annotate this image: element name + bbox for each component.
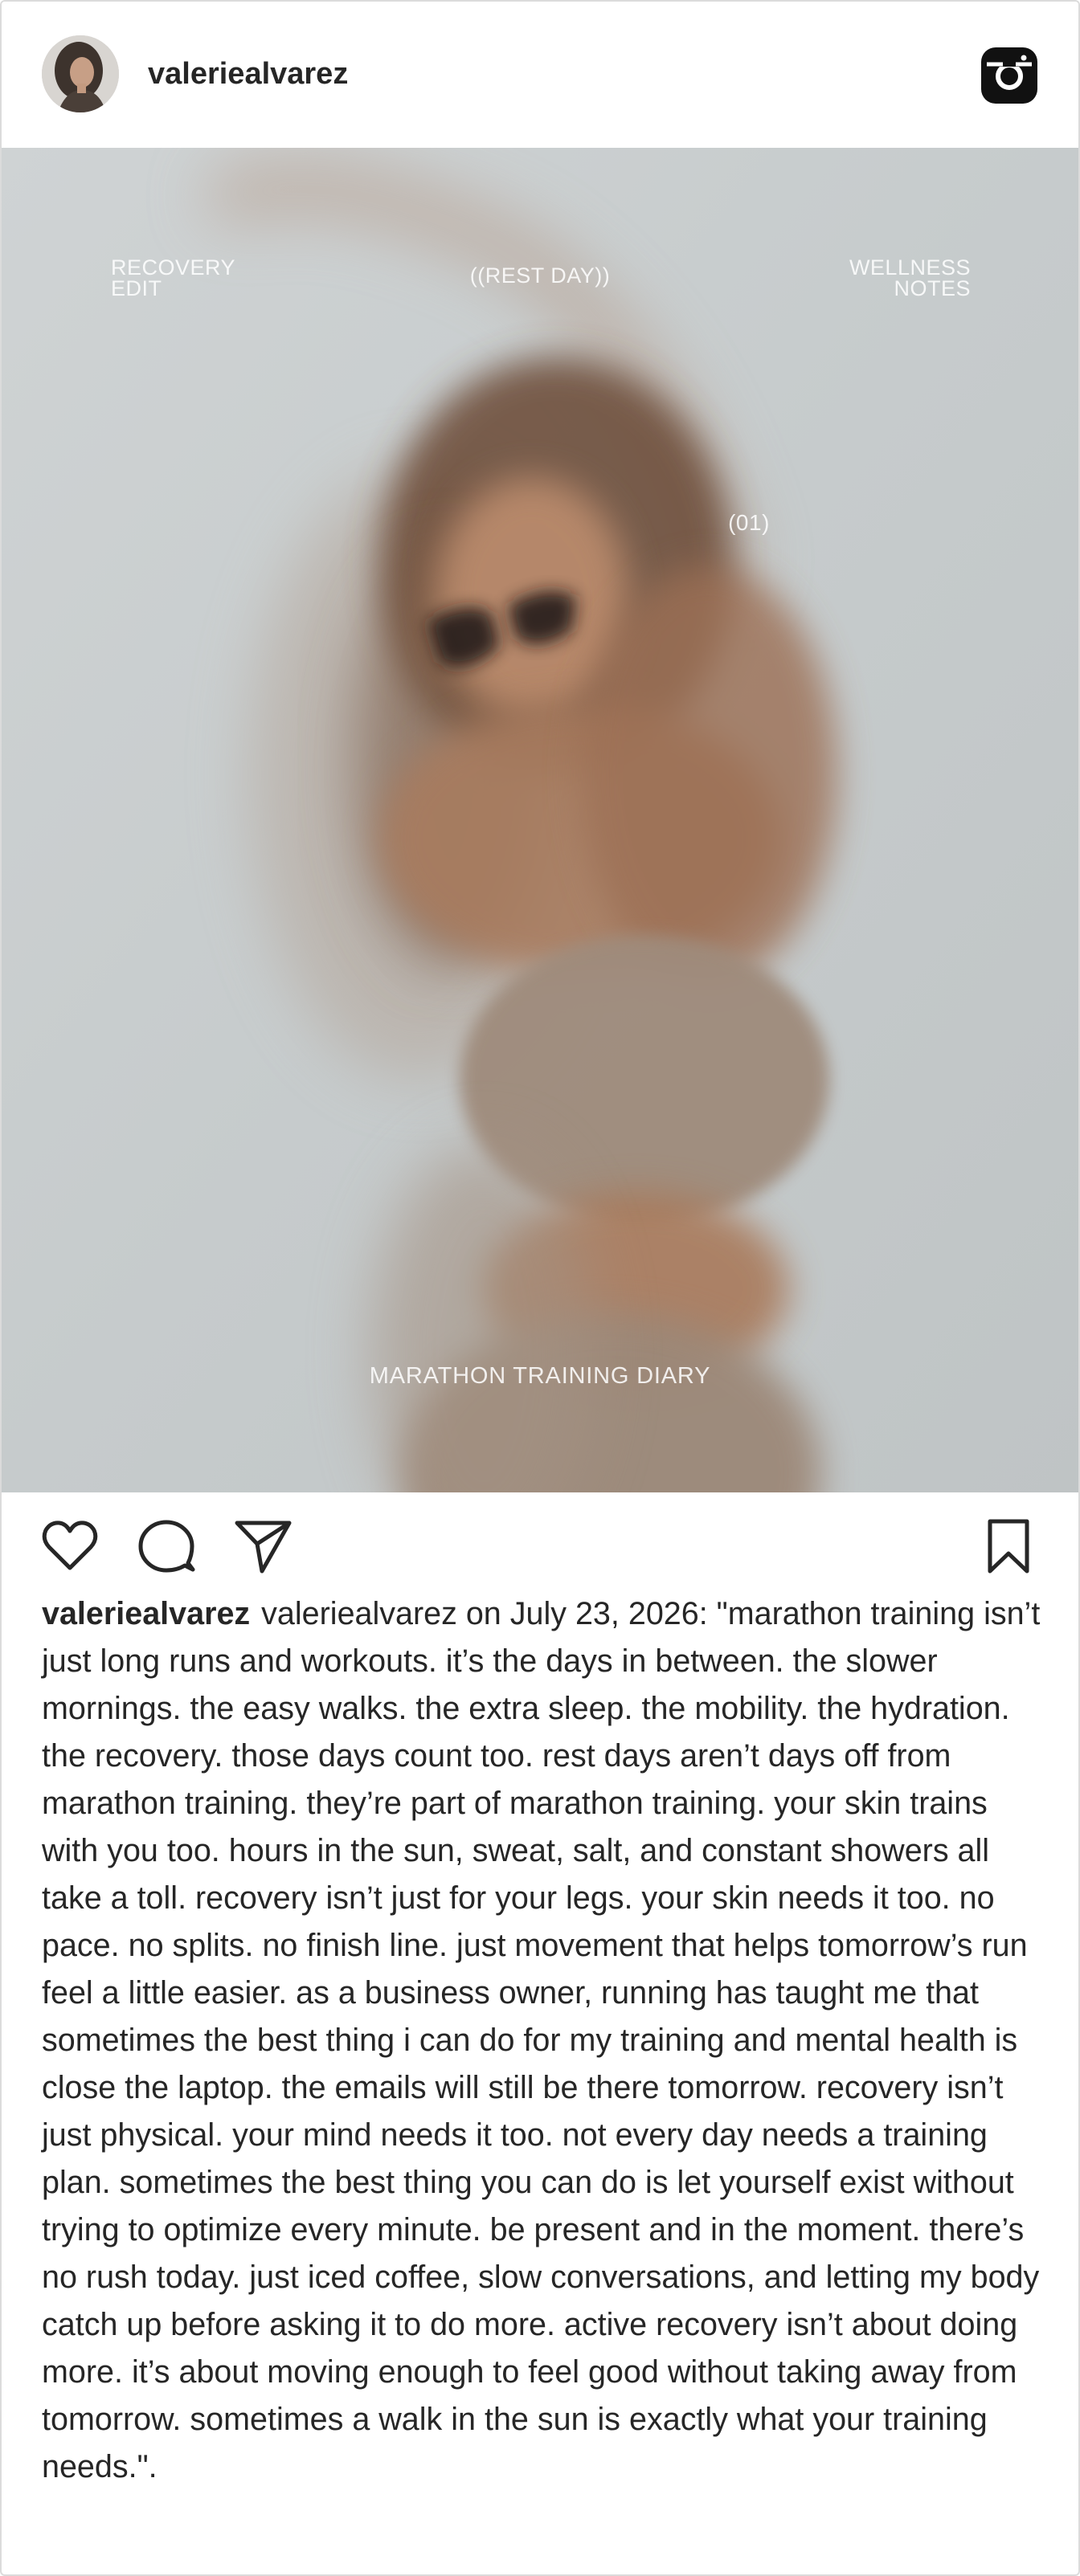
overlay-number: (01) [728,510,770,535]
save-button[interactable] [977,1515,1040,1578]
overlay-recovery-edit: RECOVERY EDIT [111,255,236,300]
avatar-photo-icon [42,35,119,112]
post-caption: valeriealvarez valeriealvarez on July 23,… [42,1590,1046,2491]
post-image[interactable]: RECOVERY EDIT ((REST DAY)) WELLNESS NOTE… [2,148,1078,1492]
overlay-wellness-notes: WELLNESS NOTES [849,255,971,300]
overlay-marathon-diary: MARATHON TRAINING DIARY [369,1363,711,1389]
header-username[interactable]: valeriealvarez [148,55,348,93]
bookmark-icon [988,1519,1029,1574]
post-card: valeriealvarez RECOVERY EDIT ((REST DAY)… [0,0,1080,2576]
share-button[interactable] [231,1515,294,1578]
caption-text: valeriealvarez on July 23, 2026: "marath… [42,1596,1041,2484]
paper-plane-icon [235,1521,292,1574]
overlay-rest-day: ((REST DAY)) [469,263,611,288]
post-header: valeriealvarez [2,2,1078,146]
like-button[interactable] [39,1515,101,1578]
caption-username[interactable]: valeriealvarez [42,1596,250,1631]
comment-icon [138,1520,195,1573]
blurred-woman-photo [2,148,1078,1492]
heart-icon [42,1521,98,1570]
instagram-icon[interactable] [979,45,1040,106]
action-bar [2,1494,1078,1598]
comment-button[interactable] [135,1515,198,1578]
avatar[interactable] [42,35,119,112]
